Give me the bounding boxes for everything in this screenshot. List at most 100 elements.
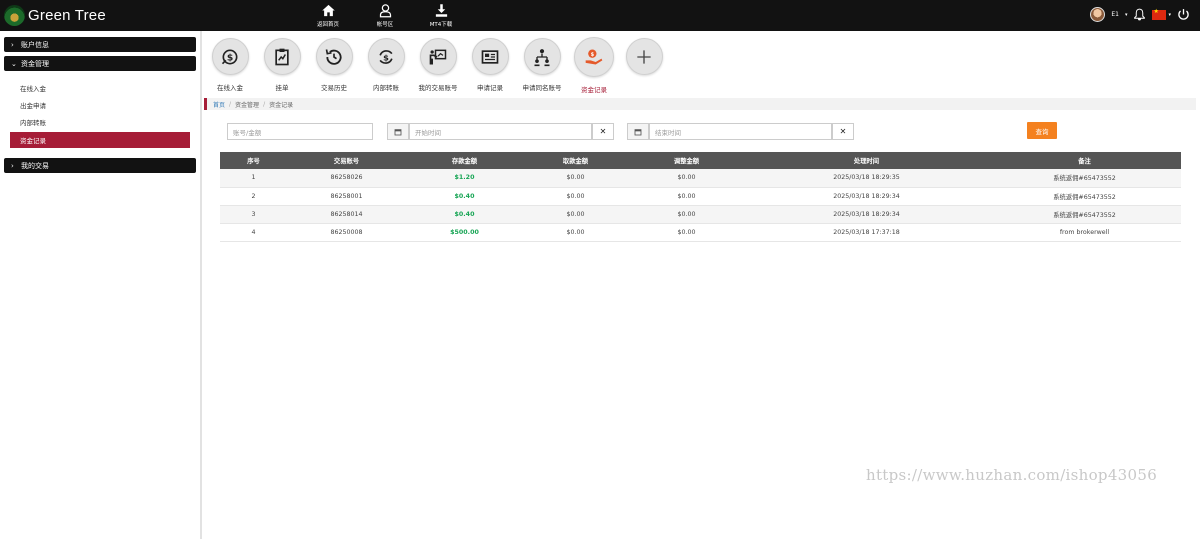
breadcrumb-level1[interactable]: 资金管理 (235, 100, 259, 109)
shortcut-label: 申请记录 (477, 84, 503, 92)
topnav-home-label: 返回首页 (316, 22, 339, 28)
column-header[interactable]: 处理时间 (745, 152, 988, 169)
start-time-input[interactable]: 开始时间 (409, 123, 592, 140)
cell-adjustment: $0.00 (628, 205, 745, 224)
user-name[interactable]: E1 (1111, 11, 1119, 18)
topnav-download-label: MT4下载 (429, 22, 453, 28)
query-button[interactable]: 查询 (1027, 122, 1057, 139)
shortcut-label: 资金记录 (581, 86, 607, 94)
cell-note: 系统返佣#65473552 (988, 169, 1181, 188)
shortcut-circle (263, 38, 301, 75)
sidebar-item-withdrawal[interactable]: 出金申请 (10, 97, 190, 113)
shortcut-application-records[interactable]: 申请记录 (470, 38, 510, 92)
brand-logo[interactable]: Green Tree (4, 5, 106, 26)
shortcut-circle (523, 38, 561, 75)
cell-time: 2025/03/18 18:29:34 (745, 187, 988, 206)
close-icon: ✕ (599, 127, 607, 136)
shortcut-label: 我的交易账号 (418, 84, 458, 92)
shortcut-circle (315, 38, 353, 75)
cell-withdrawal: $0.00 (523, 223, 628, 242)
topnav-home[interactable]: 返回首页 (308, 3, 348, 28)
sidebar-item-fund-records[interactable]: 资金记录 (10, 132, 190, 148)
cell-index: 1 (220, 169, 287, 188)
cell-index: 3 (220, 205, 287, 224)
chevron-right-icon: › (11, 40, 14, 49)
sidebar-section-label: 账户信息 (21, 40, 49, 49)
shortcut-online-deposit[interactable]: $ 在线入金 (210, 38, 250, 92)
shortcut-circle (419, 38, 457, 75)
presenter-icon (429, 49, 447, 64)
sidebar-section-funds[interactable]: ⌄ 资金管理 (4, 56, 196, 71)
table-header-row: 序号 交易账号 存款金额 取款金额 调整金额 处理时间 备注 (220, 152, 1181, 169)
column-header[interactable]: 取款金额 (523, 152, 628, 169)
shortcut-trade-history[interactable]: 交易历史 (314, 38, 354, 92)
shortcut-internal-transfer[interactable]: $ 内部转账 (366, 38, 406, 92)
shortcut-my-trading-accounts[interactable]: 我的交易账号 (418, 38, 458, 92)
cell-deposit: $0.40 (406, 205, 523, 224)
account-amount-input[interactable]: 账号/金额 (227, 123, 373, 140)
money-hand-icon: $ (585, 49, 603, 65)
cell-note: from brokerwell (988, 223, 1181, 242)
cell-deposit: $0.40 (406, 187, 523, 206)
avatar[interactable] (1090, 7, 1106, 22)
shortcut-add[interactable] (624, 38, 664, 82)
org-icon (534, 48, 550, 66)
chevron-down-icon: ⌄ (11, 59, 17, 68)
cell-account: 86258001 (287, 187, 406, 206)
clear-start-time-button[interactable]: ✕ (592, 123, 614, 140)
chevron-right-icon: › (11, 161, 14, 170)
shortcut-circle (471, 38, 509, 75)
shortcut-circle (625, 38, 663, 75)
sidebar-item-online-deposit[interactable]: 在线入金 (10, 80, 190, 96)
shortcut-label: 申请同名账号 (522, 84, 562, 92)
sidebar-section-account-info[interactable]: › 账户信息 (4, 37, 196, 52)
shortcut-circle: $ (211, 38, 249, 75)
sidebar-item-internal-transfer[interactable]: 内部转账 (10, 114, 190, 130)
cell-account: 86250008 (287, 223, 406, 242)
cell-note: 系统返佣#65473552 (988, 205, 1181, 224)
shortcut-fund-records[interactable]: $ 资金记录 (574, 37, 614, 94)
deposit-icon: $ (221, 49, 238, 64)
cell-withdrawal: $0.00 (523, 187, 628, 206)
power-icon[interactable] (1177, 8, 1190, 21)
cell-account: 86258026 (287, 169, 406, 188)
sidebar-item-label: 在线入金 (20, 85, 46, 93)
cell-time: 2025/03/18 18:29:34 (745, 205, 988, 224)
shortcut-label: 内部转账 (373, 84, 399, 92)
shortcut-label: 交易历史 (321, 84, 347, 92)
column-header[interactable]: 备注 (988, 152, 1181, 169)
column-header[interactable]: 存款金额 (406, 152, 523, 169)
user-icon (379, 4, 391, 18)
calendar-icon (394, 128, 402, 135)
table-row: 1 86258026 $1.20 $0.00 $0.00 2025/03/18 … (220, 169, 1181, 188)
breadcrumb-home[interactable]: 首页 (213, 100, 225, 109)
svg-text:$: $ (591, 52, 595, 58)
chevron-down-icon[interactable]: ▾ (1125, 12, 1128, 18)
watermark-text: https://www.huzhan.com/ishop43056 (866, 466, 1158, 484)
column-header[interactable]: 交易账号 (287, 152, 406, 169)
history-icon (325, 48, 342, 65)
topnav-download[interactable]: MT4下载 (421, 3, 461, 28)
calendar-icon[interactable] (627, 123, 649, 140)
cell-note: 系统返佣#65473552 (988, 187, 1181, 206)
column-header[interactable]: 序号 (220, 152, 287, 169)
calendar-icon[interactable] (387, 123, 409, 140)
shortcut-label: 挂单 (275, 84, 289, 92)
sidebar-section-my-trades[interactable]: › 我的交易 (4, 158, 196, 173)
end-time-input[interactable]: 结束时间 (649, 123, 832, 140)
shortcut-circle: $ (574, 37, 614, 77)
column-header[interactable]: 调整金额 (628, 152, 745, 169)
breadcrumb-separator: / (263, 100, 266, 108)
cell-adjustment: $0.00 (628, 187, 745, 206)
plus-icon (637, 49, 651, 64)
topnav-account[interactable]: 帐号区 (365, 3, 405, 28)
clear-end-time-button[interactable]: ✕ (832, 123, 854, 140)
shortcut-pending-order[interactable]: 挂单 (262, 38, 302, 92)
shortcut-label: 在线入金 (217, 84, 243, 92)
language-selector[interactable]: ▾ (1152, 8, 1171, 20)
cell-account: 86258014 (287, 205, 406, 224)
bell-icon[interactable] (1133, 8, 1146, 21)
shortcut-apply-same-name-account[interactable]: 申请同名账号 (522, 38, 562, 92)
cell-deposit: $500.00 (406, 223, 523, 242)
cell-index: 4 (220, 223, 287, 242)
